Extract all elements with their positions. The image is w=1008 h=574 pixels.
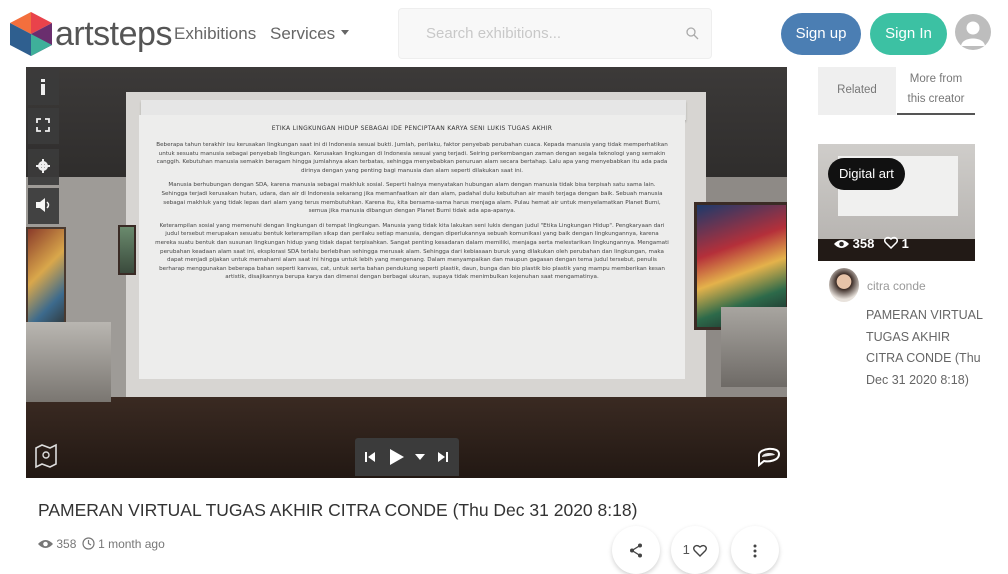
- chat-icon[interactable]: [755, 441, 783, 469]
- chevron-down-icon[interactable]: [415, 453, 425, 461]
- sound-button[interactable]: [28, 188, 59, 224]
- user-silhouette: [961, 21, 985, 46]
- sign-up-button[interactable]: Sign up: [781, 13, 861, 55]
- like-button[interactable]: 1: [671, 526, 719, 574]
- exhibition-viewer[interactable]: ETIKA LINGKUNGAN HIDUP SEBAGAI IDE PENCI…: [26, 67, 787, 478]
- time-ago: 1 month ago: [98, 536, 165, 551]
- settings-button[interactable]: [28, 149, 59, 185]
- skip-previous-icon[interactable]: [364, 451, 376, 463]
- playback-controls: [355, 438, 459, 476]
- clock-icon: [82, 537, 95, 550]
- panel-paragraph: Manusia berhubungan dengan SDA, karena m…: [161, 182, 663, 215]
- share-button[interactable]: [612, 526, 660, 574]
- card-likes: 1: [901, 236, 909, 251]
- share-icon: [630, 543, 642, 558]
- panel-paragraph: Keterampilan sosial yang memenuhi dengan…: [155, 222, 669, 281]
- info-button[interactable]: [28, 69, 59, 105]
- tab-related[interactable]: Related: [818, 67, 896, 115]
- more-vertical-icon: [753, 544, 757, 558]
- search-icon[interactable]: [686, 27, 699, 40]
- category-tag[interactable]: Digital art: [828, 158, 905, 190]
- user-icon[interactable]: [955, 14, 991, 50]
- eye-icon: [834, 240, 849, 248]
- fullscreen-button[interactable]: [28, 108, 59, 144]
- artwork-left-small[interactable]: [118, 225, 136, 275]
- more-options-button[interactable]: [731, 526, 779, 574]
- artsteps-logo[interactable]: artsteps: [10, 12, 172, 56]
- sign-in-button[interactable]: Sign In: [870, 13, 947, 55]
- pedestal-left: [26, 322, 111, 402]
- text-panel[interactable]: ETIKA LINGKUNGAN HIDUP SEBAGAI IDE PENCI…: [139, 115, 685, 379]
- skip-next-icon[interactable]: [437, 451, 449, 463]
- creator-avatar[interactable]: [829, 268, 859, 302]
- tab-more-line2: this creator: [907, 93, 965, 105]
- card-stats: 358 1: [834, 236, 909, 251]
- logo-text: artsteps: [55, 15, 172, 53]
- pedestal-right: [721, 307, 787, 387]
- related-exhibition-card[interactable]: Digital art 358 1: [818, 144, 975, 261]
- heart-icon: [883, 236, 898, 250]
- view-count: 358: [56, 536, 77, 551]
- tab-more-from-creator[interactable]: More from this creator: [897, 67, 975, 115]
- search-input[interactable]: [399, 9, 669, 58]
- like-count: 1: [682, 542, 690, 557]
- map-icon[interactable]: [33, 443, 59, 469]
- top-header: artsteps Exhibitions Services Sign up Si…: [0, 0, 1008, 67]
- nav-exhibitions[interactable]: Exhibitions: [174, 24, 256, 44]
- artwork-left[interactable]: [26, 227, 66, 337]
- panel-paragraph: Beberapa tahun terakhir isu kerusakan li…: [156, 142, 668, 174]
- creator-exhibition-title[interactable]: PAMERAN VIRTUAL TUGAS AKHIR CITRA CONDE …: [866, 305, 986, 391]
- gear-icon: [36, 159, 50, 173]
- nav-services-label: Services: [270, 24, 336, 43]
- play-icon[interactable]: [389, 448, 405, 466]
- exhibition-meta: 358 1 month ago: [38, 536, 165, 551]
- tab-more-line1: More from: [909, 73, 963, 85]
- search-box: [398, 8, 712, 59]
- eye-icon: [38, 539, 53, 548]
- panel-title: ETIKA LINGKUNGAN HIDUP SEBAGAI IDE PENCI…: [271, 125, 553, 132]
- exhibition-title: PAMERAN VIRTUAL TUGAS AKHIR CITRA CONDE …: [38, 500, 638, 520]
- heart-icon: [693, 545, 708, 558]
- nav-services[interactable]: Services: [270, 24, 350, 44]
- artsteps-logo-icon: [10, 12, 52, 56]
- fullscreen-icon: [36, 118, 50, 132]
- card-views: 358: [852, 236, 875, 251]
- speaker-icon: [36, 198, 50, 212]
- info-icon: [41, 79, 45, 95]
- creator-name[interactable]: citra conde: [867, 279, 926, 293]
- caret-down-icon: [341, 30, 350, 36]
